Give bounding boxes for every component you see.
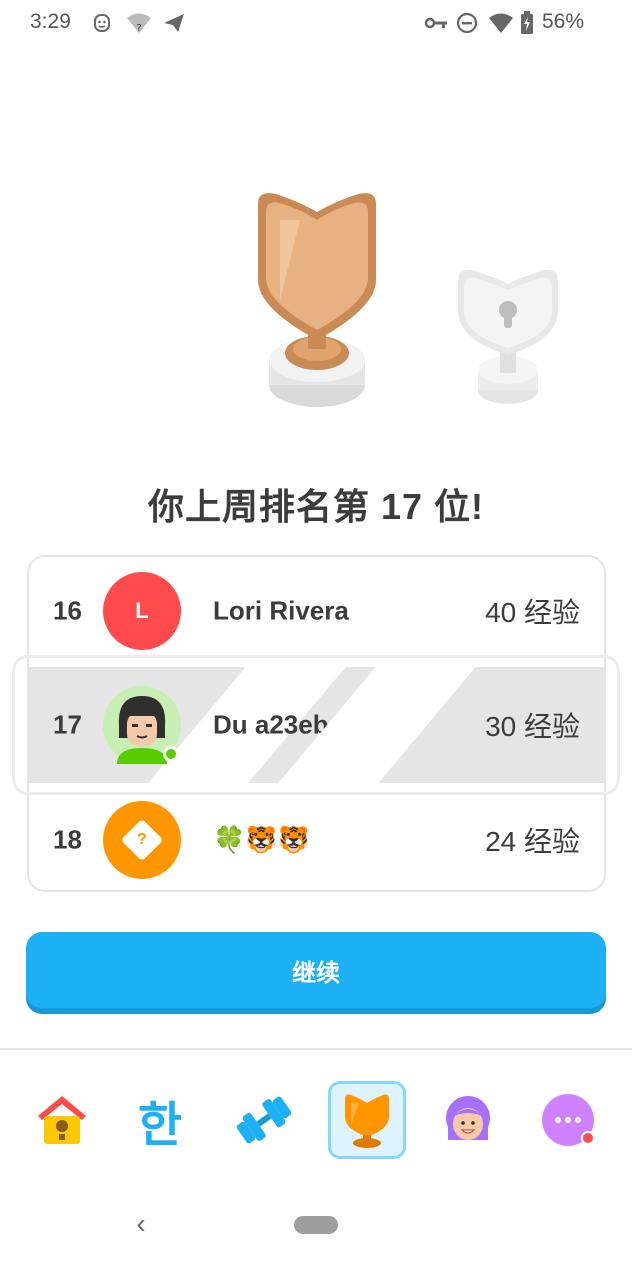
leaderboard-row[interactable]: 16 L Lori Rivera 40 经验 (27, 553, 606, 669)
row-xp: 30 经验 (485, 711, 580, 742)
rank-headline: 你上周排名第 17 位! (147, 486, 485, 527)
nav-home[interactable] (24, 1082, 100, 1158)
avatar: ? (103, 801, 181, 879)
row-rank: 18 (53, 824, 82, 855)
avatar-diamond: ? (120, 818, 164, 862)
battery-percentage: 56% (542, 10, 585, 33)
leaderboard-row[interactable]: 18 ? 🍀🐯🐯 24 经验 (27, 782, 606, 898)
do-not-disturb-icon (456, 10, 478, 36)
dumbbell-icon (236, 1096, 292, 1144)
avatar-letter: ? (137, 831, 147, 848)
locked-silver-trophy-icon (458, 269, 558, 404)
row-username: Du a23eb (213, 709, 329, 740)
nav-practice[interactable] (226, 1082, 302, 1158)
nav-course[interactable]: 한 (122, 1082, 198, 1158)
face-icon (92, 10, 112, 36)
leaderboard-row-current-user[interactable]: 17 Du a23eb 30 经验 (27, 667, 606, 783)
status-bar: 3:29 ? 56% (0, 0, 632, 46)
nav-divider (0, 1048, 632, 1050)
korean-course-icon: 한 (137, 1097, 183, 1153)
system-back-icon[interactable]: ‹ (130, 1208, 152, 1242)
row-username: Lori Rivera (213, 595, 349, 626)
continue-button[interactable]: 继续 (26, 932, 606, 1008)
row-rank: 16 (53, 595, 82, 626)
leaderboard-trophy-icon (345, 1094, 389, 1148)
wifi-icon (488, 10, 514, 36)
battery-charging-icon (520, 10, 534, 36)
vpn-key-icon (424, 10, 448, 36)
status-time: 3:29 (30, 10, 71, 33)
avatar (103, 686, 181, 764)
system-home-pill[interactable] (294, 1216, 338, 1234)
row-xp: 24 经验 (485, 826, 580, 857)
nav-more[interactable] (532, 1082, 608, 1158)
avatar: L (103, 572, 181, 650)
nav-profile[interactable] (430, 1082, 506, 1158)
league-trophies (0, 190, 632, 420)
svg-text:?: ? (136, 23, 141, 34)
send-icon (162, 10, 186, 36)
avatar-letter: L (135, 598, 149, 623)
wifi-question-icon: ? (126, 10, 152, 36)
profile-icon (446, 1096, 490, 1140)
home-icon (38, 1096, 86, 1144)
online-indicator (163, 746, 179, 762)
row-username: 🍀🐯🐯 (213, 824, 311, 855)
row-xp: 40 经验 (485, 597, 580, 628)
more-icon (542, 1094, 595, 1146)
row-rank: 17 (53, 709, 82, 740)
nav-leaderboard[interactable] (328, 1081, 406, 1159)
